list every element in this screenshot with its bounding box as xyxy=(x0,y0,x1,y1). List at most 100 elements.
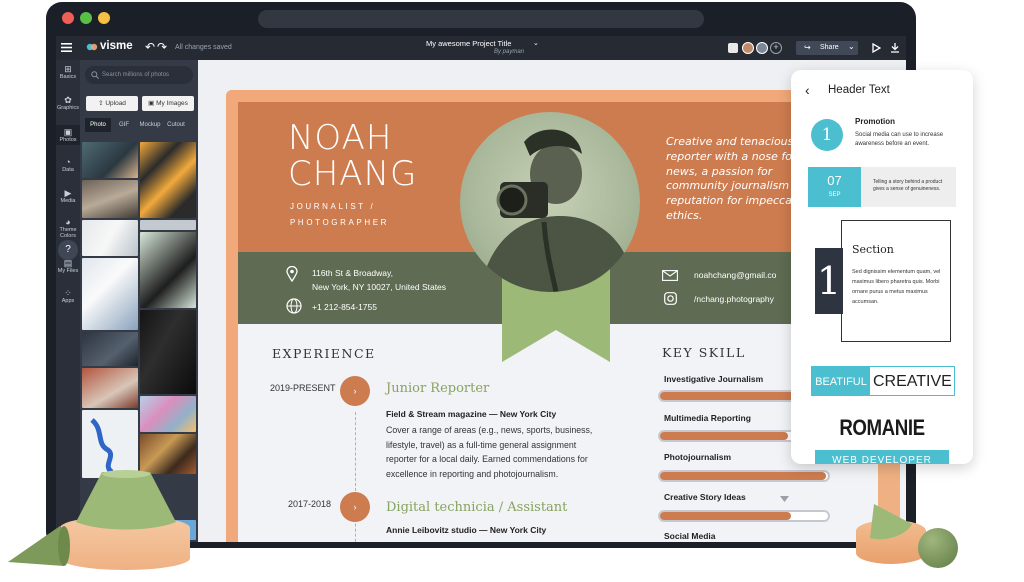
promotion-title[interactable]: Promotion xyxy=(855,117,895,126)
photo-thumbnail[interactable] xyxy=(140,232,196,308)
files-icon: ▤ xyxy=(63,258,73,268)
data-icon: ◔ xyxy=(65,157,71,167)
photographer-figure-icon xyxy=(480,129,636,292)
palette-icon: ◕ xyxy=(65,217,71,227)
photo-thumbnail[interactable] xyxy=(82,220,138,256)
project-author: By payman xyxy=(494,49,525,55)
photo-thumbnail[interactable] xyxy=(82,142,138,178)
tab-gif[interactable]: GIF xyxy=(111,118,137,132)
tab-photo[interactable]: Photo xyxy=(85,118,111,132)
job-title[interactable]: Junior Reporter xyxy=(386,381,489,396)
search-placeholder: Search millions of photos xyxy=(102,72,170,78)
photo-thumbnail[interactable] xyxy=(82,410,138,478)
close-window-icon[interactable] xyxy=(62,12,74,24)
timeline-line xyxy=(355,412,356,542)
help-button[interactable]: ? xyxy=(58,240,78,260)
minimize-window-icon[interactable] xyxy=(98,12,110,24)
avatar[interactable] xyxy=(756,42,768,54)
font-sample-romanie[interactable]: ROMANIE xyxy=(805,415,960,441)
photo-thumbnail[interactable] xyxy=(140,220,196,230)
last-name: CHANG xyxy=(288,154,418,194)
skill-name: Multimedia Reporting xyxy=(664,413,751,423)
resume-role[interactable]: JOURNALIST / PHOTOGRAPHER xyxy=(290,199,389,231)
photo-thumbnail[interactable] xyxy=(82,332,138,366)
email-icon xyxy=(662,270,678,281)
job-company: Field & Stream magazine — New York City xyxy=(386,409,557,419)
sidebar-item-graphics[interactable]: ✿ Graphics xyxy=(56,95,80,111)
date-month: SEP xyxy=(828,192,841,198)
search-input[interactable]: Search millions of photos xyxy=(85,66,193,84)
undo-icon[interactable]: ↶ xyxy=(145,40,155,54)
panel-header: Header Text xyxy=(828,84,890,96)
section-text: Sed dignissim elementum quam, vel maximu… xyxy=(852,269,941,305)
sidebar-item-photos[interactable]: ▣ Photos xyxy=(56,125,80,145)
play-icon[interactable] xyxy=(872,43,881,53)
add-collaborator-icon[interactable]: + xyxy=(770,42,782,54)
phone-number[interactable]: +1 212-854-1755 xyxy=(312,300,377,314)
address-bar[interactable] xyxy=(258,10,704,28)
photo-thumbnail[interactable] xyxy=(82,258,138,330)
email-address[interactable]: noahchang@gmail.co xyxy=(694,268,776,282)
chevron-down-icon[interactable]: ⌄ xyxy=(533,39,539,47)
cone-decoration xyxy=(870,504,912,540)
photo-thumbnail[interactable] xyxy=(140,310,196,394)
sidebar-item-label: Photos xyxy=(59,137,77,143)
sidebar-item-my-files[interactable]: ▤ My Files xyxy=(56,258,80,274)
maximize-window-icon[interactable] xyxy=(80,12,92,24)
redo-icon[interactable]: ↷ xyxy=(157,40,167,54)
sidebar-item-media[interactable]: ▶ Media xyxy=(56,188,80,204)
app-toolbar: visme ↶ ↷ All changes saved My awesome P… xyxy=(56,36,906,60)
photo-thumbnail[interactable] xyxy=(82,180,138,218)
photo-thumbnail[interactable] xyxy=(140,396,196,432)
skills-heading[interactable]: KEY SKILL xyxy=(662,345,746,360)
instagram-handle[interactable]: /nchang.photography xyxy=(694,292,774,306)
my-images-button[interactable]: ▣ My Images xyxy=(142,96,194,111)
job-title[interactable]: Digital technicia / Assistant xyxy=(386,500,567,515)
location-icon xyxy=(286,266,298,282)
skill-bar[interactable] xyxy=(658,510,830,522)
sidebar-item-label: My Files xyxy=(57,268,79,274)
address[interactable]: 116th St & Broadway, New York, NY 10027, … xyxy=(312,266,446,294)
tab-cutout[interactable]: Cutout xyxy=(163,118,189,132)
visme-logo-icon xyxy=(86,43,98,51)
upload-button[interactable]: ⇪ Upload xyxy=(86,96,138,111)
sidebar-item-basics[interactable]: ⊞ Basics xyxy=(56,64,80,80)
skill-fill xyxy=(660,432,788,440)
skill-fill xyxy=(660,512,792,520)
job-company: Annie Leibovitz studio — New York City xyxy=(386,525,547,535)
section-title: Section xyxy=(852,243,894,256)
photo-thumbnail[interactable] xyxy=(82,368,138,408)
resume-name[interactable]: NOAH CHANG xyxy=(288,120,417,192)
phone-panel: ‹ Header Text 1 Promotion Social media c… xyxy=(791,70,973,464)
project-title[interactable]: My awesome Project Title xyxy=(426,39,511,48)
section-number: 1 xyxy=(815,248,843,314)
notes-icon[interactable] xyxy=(728,43,738,53)
avatar[interactable] xyxy=(742,42,754,54)
timeline-marker: › xyxy=(340,376,370,406)
my-images-label: My Images xyxy=(156,100,188,107)
font-sample-beatiful-creative[interactable]: BEATIFUL CREATIVE xyxy=(811,366,955,396)
photo-type-tabs: Photo GIF Mockup Cutout xyxy=(85,118,193,132)
sidebar-item-label: Apps xyxy=(61,298,75,304)
job-years: 2017-2018 xyxy=(288,499,332,509)
font-sample-web-developer[interactable]: WEB DEVELOPER xyxy=(815,450,949,464)
brand-name: visme xyxy=(100,40,133,52)
download-icon[interactable] xyxy=(890,42,900,53)
skill-bar[interactable] xyxy=(658,470,830,482)
sidebar-item-data[interactable]: ◔ Data xyxy=(56,157,80,173)
back-arrow-icon[interactable]: ‹ xyxy=(805,82,810,98)
skill-name: Creative Story Ideas xyxy=(664,492,746,502)
sidebar-item-theme-colors[interactable]: ◕ Theme Colors xyxy=(56,217,80,239)
upload-label: Upload xyxy=(105,100,126,107)
tab-mockup[interactable]: Mockup xyxy=(137,118,163,132)
menu-icon[interactable] xyxy=(61,43,72,52)
sidebar-item-label: Graphics xyxy=(56,105,79,111)
portrait-photo[interactable] xyxy=(460,112,640,292)
date-text: Telling a story behind a product gives a… xyxy=(873,179,943,192)
photo-thumbnail[interactable] xyxy=(140,142,196,218)
share-button[interactable]: ↪ Share ⌄ xyxy=(796,41,858,55)
experience-heading[interactable]: EXPERIENCE xyxy=(272,346,376,361)
sidebar-item-apps[interactable]: ⁘ Apps xyxy=(56,288,80,304)
first-name: NOAH xyxy=(288,118,393,158)
photo-thumbnail[interactable] xyxy=(140,434,196,474)
